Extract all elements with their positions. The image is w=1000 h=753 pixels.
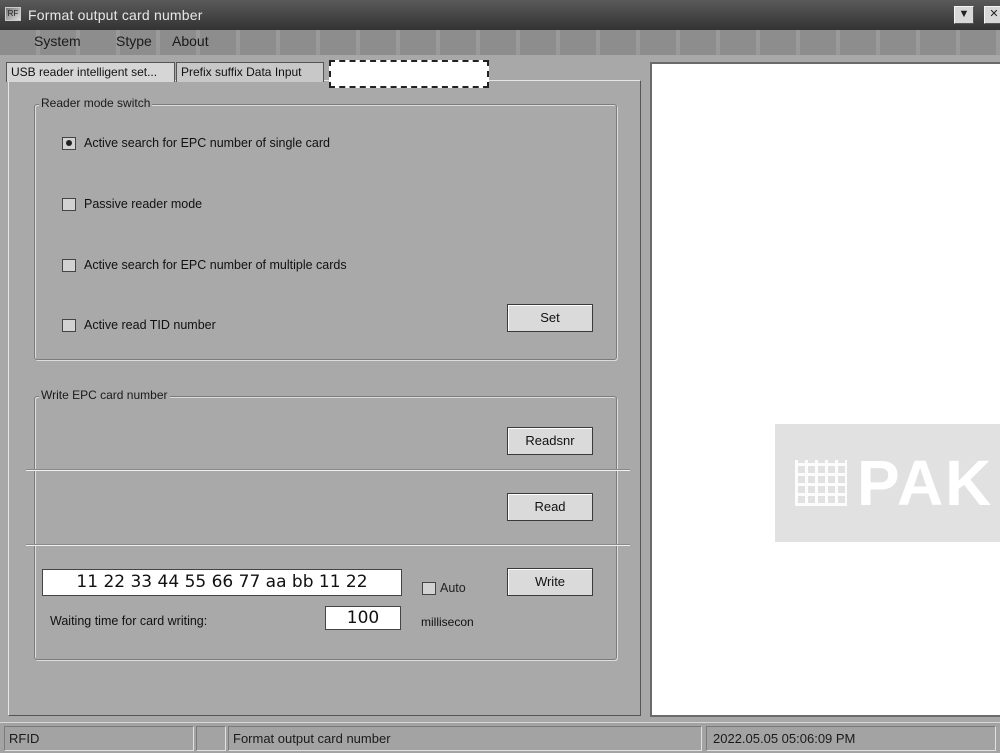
status-empty [196, 726, 226, 751]
watermark-text: PAK [857, 447, 994, 519]
menu-bar: System Stype About [0, 30, 1000, 55]
radio-indicator [62, 258, 76, 272]
write-epc-label: Write EPC card number [39, 388, 170, 402]
read-button[interactable]: Read [507, 493, 593, 521]
auto-label: Auto [440, 581, 466, 595]
unit-label: millisecon [421, 615, 474, 629]
close-button[interactable]: ✕ [984, 6, 1000, 24]
radio-passive-mode[interactable]: Passive reader mode [62, 197, 202, 211]
radio-indicator [62, 136, 76, 150]
checkbox-indicator [422, 581, 436, 595]
watermark: PAK [775, 424, 1000, 542]
tab-prefix-suffix[interactable]: Prefix suffix Data Input [176, 62, 324, 82]
window-title: Format output card number [28, 7, 203, 23]
output-panel[interactable] [650, 62, 1000, 717]
dropdown-arrow-icon: ▼ [958, 8, 970, 20]
title-bar: RF Format output card number ▼ ✕ [0, 0, 1000, 30]
status-bar: RFID Format output card number 2022.05.0… [0, 722, 1000, 753]
epc-number-input[interactable]: 11 22 33 44 55 66 77 aa bb 11 22 [42, 569, 402, 596]
readsnr-button[interactable]: Readsnr [507, 427, 593, 455]
radio-indicator [62, 197, 76, 211]
waiting-time-input[interactable]: 100 [325, 606, 401, 630]
reader-mode-label: Reader mode switch [39, 96, 153, 110]
tab-usb-reader[interactable]: USB reader intelligent set... [6, 62, 175, 82]
radio-label: Active search for EPC number of multiple… [84, 258, 347, 272]
radio-label: Passive reader mode [84, 197, 203, 211]
divider [26, 469, 630, 471]
minimize-button[interactable]: ▼ [954, 6, 974, 24]
close-icon: ✕ [989, 8, 999, 20]
menu-system[interactable]: System [34, 33, 81, 49]
write-button[interactable]: Write [507, 568, 593, 596]
set-button[interactable]: Set [507, 304, 593, 332]
radio-multiple-cards[interactable]: Active search for EPC number of multiple… [62, 258, 347, 272]
radio-label: Active search for EPC number of single c… [84, 136, 330, 150]
radio-label: Active read TID number [84, 318, 216, 332]
radio-tid-number[interactable]: Active read TID number [62, 318, 216, 332]
status-app: RFID [4, 726, 194, 751]
app-icon: RF [5, 7, 21, 21]
auto-checkbox[interactable]: Auto [422, 581, 466, 595]
radio-selected-dot [66, 140, 72, 146]
radio-indicator [62, 318, 76, 332]
waiting-time-label: Waiting time for card writing: [50, 614, 208, 628]
divider [26, 544, 630, 546]
watermark-logo-icon [795, 460, 847, 506]
tab-blank-selected[interactable] [329, 60, 489, 88]
radio-single-card[interactable]: Active search for EPC number of single c… [62, 136, 330, 150]
menu-stype[interactable]: Stype [116, 33, 152, 49]
status-mode: Format output card number [228, 726, 702, 751]
status-datetime: 2022.05.05 05:06:09 PM [706, 726, 996, 751]
menu-about[interactable]: About [172, 33, 209, 49]
